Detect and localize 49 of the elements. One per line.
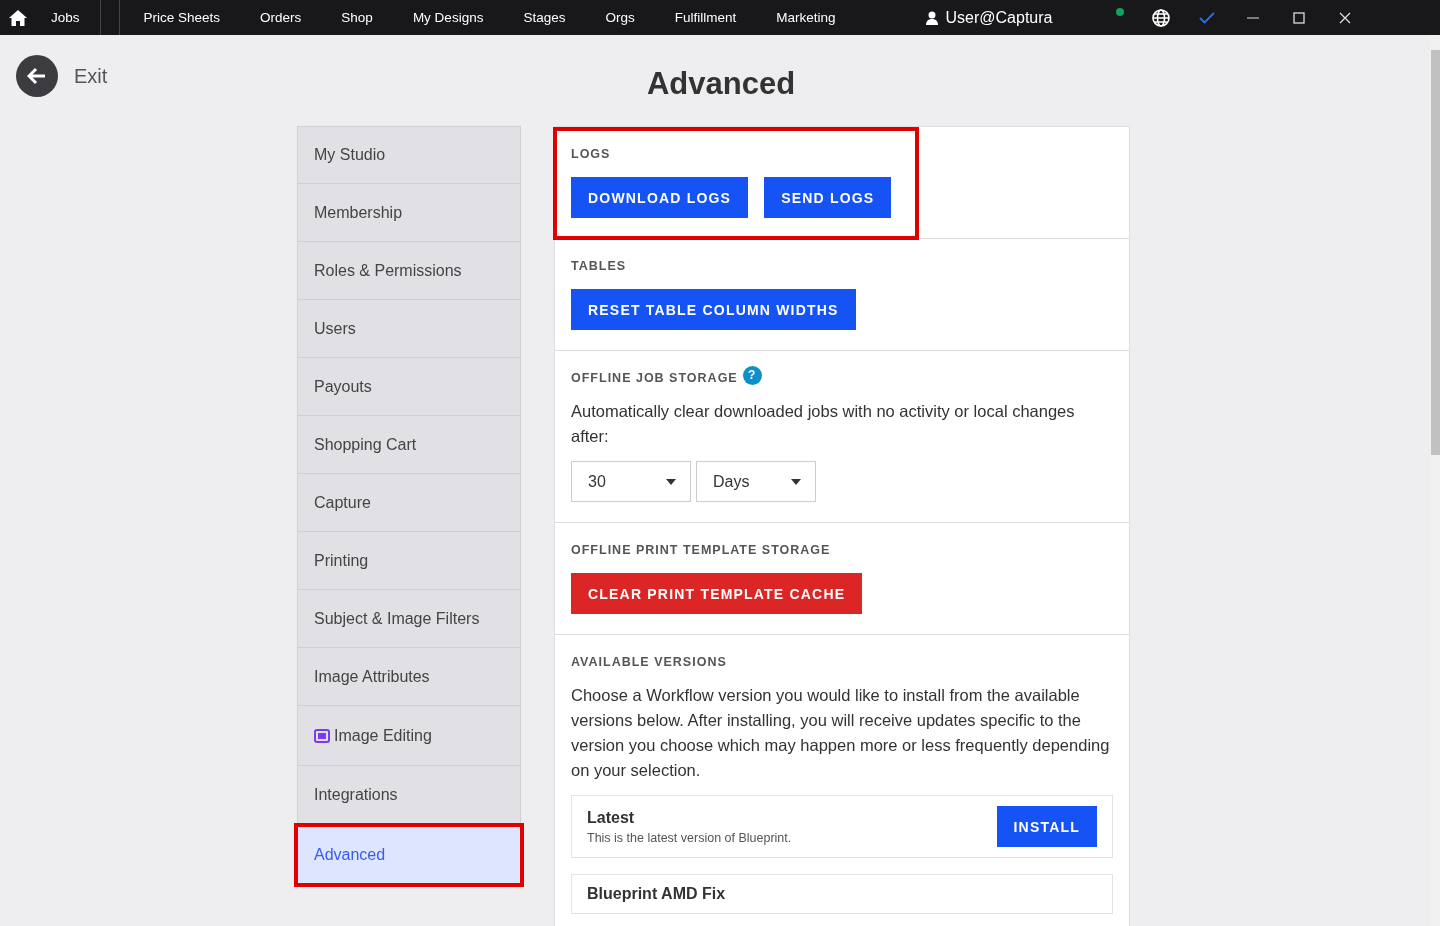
nav-link[interactable]: Orgs bbox=[585, 10, 655, 25]
sidebar-item[interactable]: Image Attributes bbox=[297, 648, 521, 706]
action-button[interactable]: SEND LOGS bbox=[764, 177, 892, 218]
version-name: Blueprint AMD Fix bbox=[587, 885, 726, 903]
sidebar-item[interactable]: Printing bbox=[297, 532, 521, 590]
nav-separator bbox=[99, 0, 120, 35]
sidebar-item[interactable]: Subject & Image Filters bbox=[297, 590, 521, 648]
install-button[interactable]: INSTALL bbox=[996, 806, 1097, 847]
section-description: Choose a Workflow version you would like to install from the available versions below. After installing, you will receive updates specific to the version you choose which may happen more or less frequently depending on your selection. bbox=[571, 685, 1111, 781]
section-heading: OFFLINE JOB STORAGE bbox=[571, 371, 738, 385]
section-heading: LOGS bbox=[571, 147, 611, 161]
caret-icon bbox=[791, 478, 801, 485]
action-button[interactable]: RESET TABLE COLUMN WIDTHS bbox=[571, 289, 856, 330]
section-heading: TABLES bbox=[571, 259, 627, 273]
nav-link[interactable]: Price Sheets bbox=[123, 10, 241, 25]
arrow-icon bbox=[27, 67, 47, 85]
section-heading: OFFLINE PRINT TEMPLATE STORAGE bbox=[571, 543, 831, 557]
section-heading: AVAILABLE VERSIONS bbox=[571, 655, 727, 669]
sidebar-item[interactable]: Image Editing bbox=[297, 706, 521, 766]
sidebar-item[interactable]: My Studio bbox=[297, 126, 521, 184]
sidebar-item[interactable]: Capture bbox=[297, 474, 521, 532]
nav-link[interactable]: My Designs bbox=[392, 10, 504, 25]
dropdown[interactable]: 30 bbox=[571, 461, 691, 502]
sidebar-item[interactable]: Shopping Cart bbox=[297, 416, 521, 474]
user-name[interactable]: User@Captura bbox=[945, 8, 1053, 27]
action-button[interactable]: CLEAR PRINT TEMPLATE CACHE bbox=[571, 573, 863, 614]
nav-link[interactable]: Marketing bbox=[756, 10, 856, 25]
nav-link[interactable]: Jobs bbox=[35, 10, 92, 25]
page-title: Advanced bbox=[645, 66, 796, 102]
action-button[interactable]: DOWNLOAD LOGS bbox=[571, 177, 749, 218]
sidebar-item[interactable]: Users bbox=[297, 300, 521, 358]
nav-link[interactable]: Fulfillment bbox=[654, 10, 757, 25]
version-name: Latest bbox=[587, 808, 636, 827]
nav-link[interactable]: Shop bbox=[321, 10, 393, 25]
sidebar-item[interactable]: Roles & Permissions bbox=[297, 242, 521, 300]
sidebar-item[interactable]: Advanced bbox=[297, 826, 521, 884]
sidebar-item[interactable]: Integrations bbox=[297, 766, 521, 824]
nav-link[interactable]: Stages bbox=[503, 10, 586, 25]
nav-link[interactable]: Orders bbox=[240, 10, 322, 25]
caret-icon bbox=[666, 478, 676, 485]
dropdown[interactable]: Days bbox=[696, 461, 816, 502]
section-description: Automatically clear downloaded jobs with no activity or local changes after: bbox=[571, 401, 1076, 447]
user-icon bbox=[925, 10, 938, 25]
sidebar-item[interactable]: Payouts bbox=[297, 358, 521, 416]
sidebar-item[interactable]: Membership bbox=[297, 184, 521, 242]
exit-label[interactable]: Exit bbox=[74, 64, 108, 88]
help-icon[interactable]: ? bbox=[742, 365, 762, 385]
back-button[interactable] bbox=[16, 55, 58, 97]
version-description: This is the latest version of Blueprint. bbox=[587, 830, 792, 845]
